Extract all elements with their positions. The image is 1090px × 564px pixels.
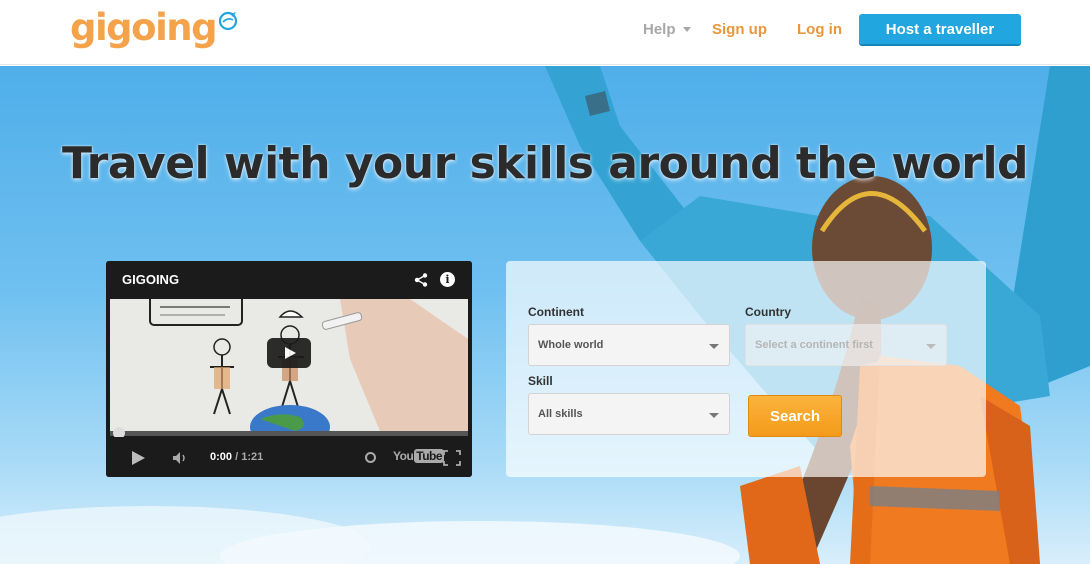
youtube-logo[interactable]: You Tube — [393, 449, 445, 463]
video-time: 0:00 / 1:21 — [210, 451, 263, 463]
hero-section: Travel with your skills around the world — [0, 66, 1090, 564]
skill-label: Skill — [528, 374, 553, 388]
youtube-you: You — [393, 449, 414, 463]
gigoing-logo[interactable]: gigoing — [70, 6, 239, 54]
skill-select[interactable]: All skills — [528, 393, 730, 435]
site-header: gigoing Help Sign up Log in Host a trave… — [0, 0, 1090, 65]
share-icon[interactable] — [414, 273, 428, 287]
chevron-down-icon — [709, 413, 719, 418]
signup-link[interactable]: Sign up — [712, 0, 767, 58]
video-title[interactable]: GIGOING — [122, 272, 179, 287]
volume-icon[interactable] — [172, 451, 188, 465]
play-icon[interactable] — [267, 338, 311, 368]
youtube-tube: Tube — [414, 449, 445, 463]
video-controls: 0:00 / 1:21 You Tube — [106, 437, 472, 477]
skill-search-panel: Continent Whole world Country Select a c… — [506, 261, 986, 477]
login-link[interactable]: Log in — [797, 0, 842, 58]
globe-plane-icon — [218, 11, 238, 31]
country-label: Country — [745, 305, 791, 319]
continent-label: Continent — [528, 305, 584, 319]
logo-text: gigoing — [70, 6, 218, 49]
continent-select[interactable]: Whole world — [528, 324, 730, 366]
current-time: 0:00 — [210, 451, 233, 463]
info-icon[interactable]: i — [440, 272, 455, 287]
help-label: Help — [643, 20, 676, 38]
chevron-down-icon — [926, 344, 936, 349]
help-menu[interactable]: Help — [643, 0, 691, 58]
play-icon[interactable] — [132, 451, 145, 465]
watch-later-icon[interactable] — [365, 452, 376, 463]
search-button[interactable]: Search — [748, 395, 842, 437]
skill-value: All skills — [538, 408, 583, 420]
continent-value: Whole world — [538, 339, 604, 351]
chevron-down-icon — [682, 26, 691, 32]
country-placeholder: Select a continent first — [755, 339, 873, 351]
hero-title: Travel with your skills around the world — [61, 138, 1029, 189]
country-select[interactable]: Select a continent first — [745, 324, 947, 366]
host-traveller-button[interactable]: Host a traveller — [859, 14, 1021, 46]
chevron-down-icon — [709, 344, 719, 349]
video-progress-bar[interactable] — [110, 431, 468, 436]
fullscreen-icon[interactable] — [443, 450, 461, 466]
total-time: / 1:21 — [235, 451, 264, 463]
video-player[interactable]: GIGOING i 0:00 / 1:21 You Tube — [106, 261, 472, 477]
